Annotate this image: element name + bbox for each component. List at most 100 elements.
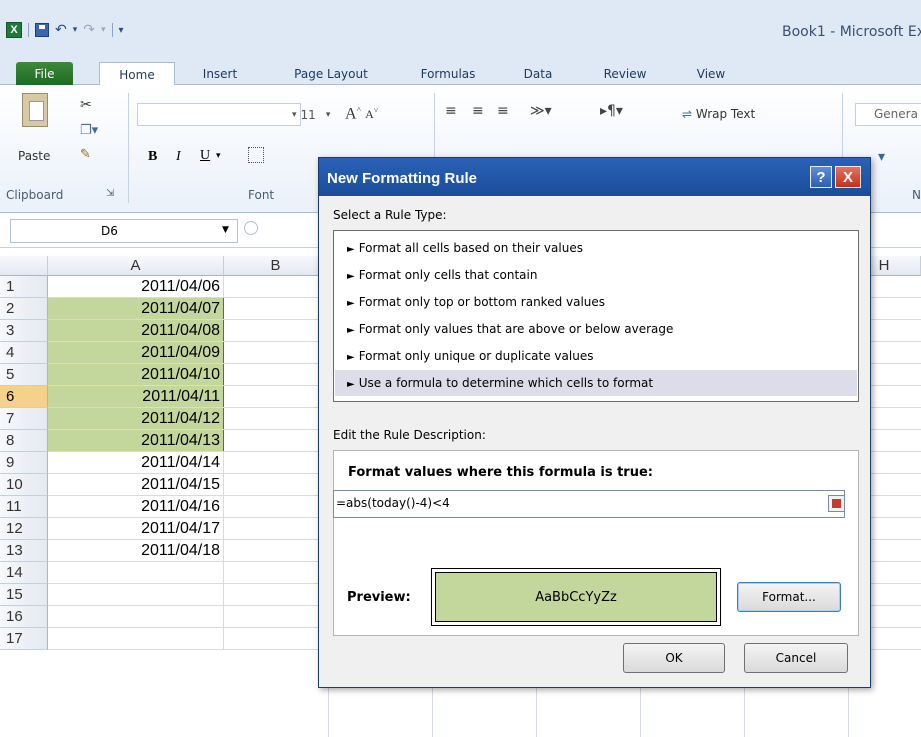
close-button[interactable]: X: [835, 166, 861, 188]
excel-logo-icon[interactable]: X: [6, 22, 22, 38]
copy-icon[interactable]: ❐▾: [80, 123, 98, 138]
customize-qat-icon[interactable]: ▾: [119, 25, 124, 36]
name-box-dropdown-icon[interactable]: ▼: [222, 225, 229, 235]
tab-data[interactable]: Data: [513, 62, 563, 85]
format-button[interactable]: Format...: [737, 582, 841, 612]
help-button[interactable]: ?: [810, 166, 832, 188]
rule-arrow-icon: ►: [347, 379, 355, 390]
borders-icon[interactable]: [248, 147, 264, 163]
cell-a4[interactable]: 2011/04/09: [48, 342, 224, 364]
rule-type-item[interactable]: ► Format only values that are above or be…: [335, 316, 857, 342]
formula-input[interactable]: =abs(today()-4)<4: [333, 490, 845, 518]
number-format-select[interactable]: Genera: [855, 103, 921, 126]
row-header-6[interactable]: 6: [0, 386, 48, 408]
rule-type-item[interactable]: ► Format only unique or duplicate values: [335, 343, 857, 369]
cell-a17[interactable]: [48, 628, 224, 650]
cell-a2[interactable]: 2011/04/07: [48, 298, 224, 320]
cell-a16[interactable]: [48, 606, 224, 628]
cell-a6[interactable]: 2011/04/11: [48, 386, 224, 408]
name-box[interactable]: D6: [10, 219, 238, 243]
row-header-9[interactable]: 9: [0, 452, 48, 474]
tab-file[interactable]: File: [16, 62, 73, 85]
accounting-format-icon[interactable]: ▾: [878, 149, 885, 165]
select-rule-type-label: Select a Rule Type:: [333, 208, 447, 222]
paste-icon[interactable]: [22, 93, 48, 127]
font-group-label: Font: [248, 188, 275, 202]
window-title: Book1 - Microsoft Ex: [782, 24, 921, 40]
font-size-dropdown-icon[interactable]: ▾: [292, 110, 297, 120]
tab-review[interactable]: Review: [590, 62, 660, 85]
formula-bar-circle-icon[interactable]: [244, 221, 258, 235]
undo-dropdown-icon[interactable]: ▾: [73, 25, 78, 35]
select-all-corner[interactable]: [0, 256, 48, 276]
tab-insert[interactable]: Insert: [190, 62, 250, 85]
tab-formulas[interactable]: Formulas: [405, 62, 491, 85]
row-header-1[interactable]: 1: [0, 276, 48, 298]
row-header-14[interactable]: 14: [0, 562, 48, 584]
formula-value: =abs(today()-4)<4: [336, 496, 450, 510]
rule-arrow-icon: ►: [347, 352, 355, 363]
align-middle-icon[interactable]: ≡: [472, 103, 484, 119]
underline-dropdown-icon[interactable]: ▾: [216, 151, 221, 161]
row-header-2[interactable]: 2: [0, 298, 48, 320]
row-header-16[interactable]: 16: [0, 606, 48, 628]
cell-a1[interactable]: 2011/04/06: [48, 276, 224, 298]
rule-type-item[interactable]: ► Format only cells that contain: [335, 262, 857, 288]
bold-icon[interactable]: B: [148, 149, 157, 165]
italic-icon[interactable]: I: [176, 149, 181, 165]
font-size-input[interactable]: ▾ 11 ▾: [290, 103, 342, 126]
cell-a12[interactable]: 2011/04/17: [48, 518, 224, 540]
cell-a3[interactable]: 2011/04/08: [48, 320, 224, 342]
row-header-17[interactable]: 17: [0, 628, 48, 650]
text-direction-icon[interactable]: ▸¶▾: [600, 103, 623, 119]
row-header-15[interactable]: 15: [0, 584, 48, 606]
rule-type-item[interactable]: ► Format only top or bottom ranked values: [335, 289, 857, 315]
cell-a5[interactable]: 2011/04/10: [48, 364, 224, 386]
cell-a14[interactable]: [48, 562, 224, 584]
underline-icon[interactable]: U: [200, 148, 210, 164]
align-bottom-icon[interactable]: ≡: [497, 103, 509, 119]
row-header-11[interactable]: 11: [0, 496, 48, 518]
row-header-3[interactable]: 3: [0, 320, 48, 342]
format-painter-icon[interactable]: ✎: [80, 147, 91, 162]
orientation-icon[interactable]: ≫▾: [530, 103, 552, 119]
ok-button[interactable]: OK: [623, 643, 725, 673]
save-icon[interactable]: [35, 23, 49, 37]
rule-type-list[interactable]: ► Format all cells based on their values ►…: [333, 230, 859, 402]
align-top-icon[interactable]: ≡: [445, 103, 457, 119]
dialog-title-bar[interactable]: New Formatting Rule ? X: [319, 158, 870, 196]
paste-label[interactable]: Paste: [18, 149, 50, 163]
undo-icon[interactable]: ↶: [55, 22, 67, 38]
cell-a9[interactable]: 2011/04/14: [48, 452, 224, 474]
cell-a8[interactable]: 2011/04/13: [48, 430, 224, 452]
cancel-button[interactable]: Cancel: [744, 643, 848, 673]
tab-view[interactable]: View: [686, 62, 736, 85]
cell-a10[interactable]: 2011/04/15: [48, 474, 224, 496]
tab-page-layout[interactable]: Page Layout: [276, 62, 386, 85]
row-header-8[interactable]: 8: [0, 430, 48, 452]
cell-a13[interactable]: 2011/04/18: [48, 540, 224, 562]
cell-a11[interactable]: 2011/04/16: [48, 496, 224, 518]
row-header-5[interactable]: 5: [0, 364, 48, 386]
grow-font-icon[interactable]: A˄ A˅: [345, 105, 378, 123]
redo-dropdown-icon[interactable]: ▾: [101, 25, 106, 35]
cell-a7[interactable]: 2011/04/12: [48, 408, 224, 430]
clipboard-launcher-icon[interactable]: ⇲: [106, 188, 114, 199]
column-header-b[interactable]: B: [224, 256, 328, 276]
row-header-10[interactable]: 10: [0, 474, 48, 496]
row-header-13[interactable]: 13: [0, 540, 48, 562]
font-name-input[interactable]: [137, 103, 301, 126]
row-header-4[interactable]: 4: [0, 342, 48, 364]
tab-home[interactable]: Home: [99, 62, 175, 86]
font-size-arrow-icon[interactable]: ▾: [326, 110, 331, 120]
row-header-12[interactable]: 12: [0, 518, 48, 540]
rule-type-item[interactable]: ► Format all cells based on their values: [335, 235, 857, 261]
redo-icon[interactable]: ↷: [83, 22, 95, 38]
wrap-text-button[interactable]: ⇌ Wrap Text: [682, 107, 755, 121]
rule-type-item[interactable]: ► Use a formula to determine which cells …: [335, 370, 857, 396]
cut-icon[interactable]: ✂: [80, 97, 92, 113]
column-header-a[interactable]: A: [48, 256, 224, 276]
collapse-dialog-icon[interactable]: [828, 495, 845, 512]
row-header-7[interactable]: 7: [0, 408, 48, 430]
cell-a15[interactable]: [48, 584, 224, 606]
